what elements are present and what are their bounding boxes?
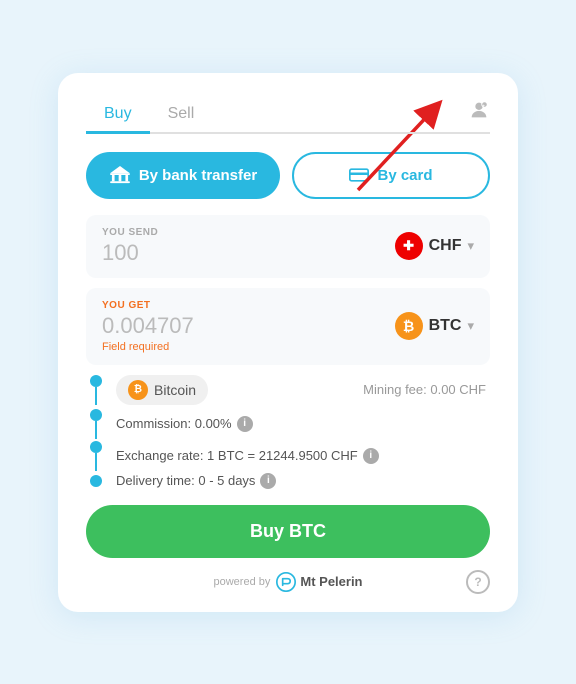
delivery-text: Delivery time: 0 - 5 days [116, 473, 255, 488]
buy-btc-button[interactable]: Buy BTC [86, 505, 490, 558]
dot-container-delivery [86, 475, 106, 487]
timeline: ₿ Bitcoin Mining fee: 0.00 CHF Commissio… [86, 375, 490, 491]
field-required-text: Field required [102, 341, 194, 353]
send-label: YOU SEND [102, 227, 158, 238]
mt-pelerin-logo: Mt Pelerin [276, 572, 362, 592]
commission-row: Commission: 0.00% i [86, 409, 490, 439]
timeline-line-3 [95, 453, 97, 471]
payment-methods: By bank transfer By card [86, 152, 490, 199]
tabs-container: Buy Sell + [86, 97, 490, 134]
get-currency-label: BTC [429, 317, 462, 335]
powered-by-text: powered by [214, 576, 271, 588]
exchange-rate-row: Exchange rate: 1 BTC = 21244.9500 CHF i [86, 441, 490, 471]
commission-text: Commission: 0.00% [116, 416, 232, 431]
svg-text:+: + [482, 103, 485, 108]
pelerin-icon [276, 572, 296, 592]
exchange-rate-info-icon[interactable]: i [363, 448, 379, 464]
profile-icon[interactable]: + [468, 99, 490, 121]
bank-icon [109, 166, 131, 184]
bank-transfer-label: By bank transfer [139, 167, 257, 184]
commission-info-icon[interactable]: i [237, 416, 253, 432]
exchange-card: Buy Sell + By bank transfer [58, 73, 518, 612]
timeline-line-2 [95, 421, 97, 439]
coin-name: Bitcoin [154, 382, 196, 398]
mt-pelerin-text: Mt Pelerin [300, 574, 362, 589]
tab-buy[interactable]: Buy [86, 97, 150, 134]
timeline-dot-coin [90, 375, 102, 387]
timeline-dot-delivery [90, 475, 102, 487]
get-value[interactable]: 0.004707 [102, 313, 194, 339]
tab-sell[interactable]: Sell [150, 97, 213, 134]
timeline-dot-commission [90, 409, 102, 421]
chf-flag-icon: ✚ [395, 232, 423, 260]
delivery-row: Delivery time: 0 - 5 days i [86, 473, 490, 489]
get-row: YOU GET 0.004707 Field required ₿ BTC ▾ [86, 288, 490, 365]
timeline-line-1 [95, 387, 97, 405]
dot-container-coin [86, 375, 106, 405]
send-input-group: YOU SEND 100 [102, 227, 158, 266]
mining-fee-text: Mining fee: 0.00 CHF [363, 382, 490, 397]
send-currency-selector[interactable]: ✚ CHF ▾ [395, 232, 474, 260]
get-chevron-icon: ▾ [467, 318, 474, 334]
exchange-rate-text: Exchange rate: 1 BTC = 21244.9500 CHF [116, 448, 358, 463]
send-currency-label: CHF [429, 237, 462, 255]
card-button[interactable]: By card [292, 152, 490, 199]
card-icon [349, 168, 369, 182]
dot-container-rate [86, 441, 106, 471]
send-row: YOU SEND 100 ✚ CHF ▾ [86, 215, 490, 278]
profile-icon-wrap[interactable]: + [468, 99, 490, 126]
timeline-dot-rate [90, 441, 102, 453]
coin-btc-icon: ₿ [128, 380, 148, 400]
dot-container-commission [86, 409, 106, 439]
delivery-info-icon[interactable]: i [260, 473, 276, 489]
get-label: YOU GET [102, 300, 194, 311]
send-chevron-icon: ▾ [467, 238, 474, 254]
coin-row: ₿ Bitcoin Mining fee: 0.00 CHF [86, 375, 490, 405]
help-icon[interactable]: ? [466, 570, 490, 594]
get-currency-selector[interactable]: ₿ BTC ▾ [395, 312, 474, 340]
coin-pill[interactable]: ₿ Bitcoin [116, 375, 208, 405]
card-label: By card [377, 167, 432, 184]
footer: powered by Mt Pelerin ? [86, 572, 490, 592]
bank-transfer-button[interactable]: By bank transfer [86, 152, 280, 199]
get-input-group: YOU GET 0.004707 Field required [102, 300, 194, 353]
btc-icon: ₿ [395, 312, 423, 340]
send-value[interactable]: 100 [102, 240, 158, 266]
